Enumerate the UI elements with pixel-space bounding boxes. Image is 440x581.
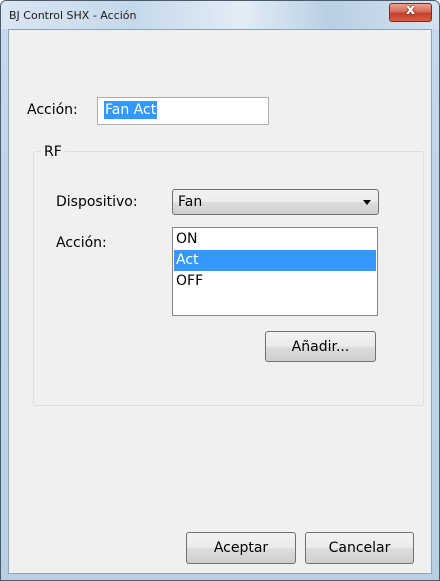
cancel-button-label: Cancelar — [328, 540, 391, 556]
accept-button[interactable]: Aceptar — [186, 532, 296, 564]
dialog-window: BJ Control SHX - Acción x Acción: Fan Ac… — [0, 0, 440, 581]
accept-button-label: Aceptar — [213, 540, 269, 556]
title-bar[interactable]: BJ Control SHX - Acción x — [1, 1, 439, 29]
window-title: BJ Control SHX - Acción — [9, 9, 137, 22]
chevron-down-icon — [363, 200, 371, 205]
close-icon: x — [405, 2, 416, 18]
rf-group-title: RF — [41, 144, 65, 160]
device-dropdown[interactable]: Fan — [172, 189, 379, 215]
list-item-on[interactable]: ON — [174, 229, 376, 250]
action-name-value: Fan Act — [104, 101, 158, 119]
close-button[interactable]: x — [389, 2, 432, 22]
cancel-button[interactable]: Cancelar — [305, 532, 414, 564]
list-item-act[interactable]: Act — [174, 250, 376, 271]
add-button[interactable]: Añadir... — [265, 331, 376, 362]
device-label: Dispositivo: — [56, 194, 138, 210]
dialog-client-area: Acción: Fan Act RF Dispositivo: Fan Acci… — [8, 29, 432, 574]
action-name-input[interactable]: Fan Act — [97, 97, 269, 125]
action-name-label: Acción: — [27, 102, 78, 118]
device-selected-value: Fan — [178, 194, 203, 210]
rf-action-listbox[interactable]: ON Act OFF — [172, 227, 378, 316]
list-item-off[interactable]: OFF — [174, 271, 376, 292]
rf-action-label: Acción: — [56, 235, 107, 251]
add-button-label: Añadir... — [291, 338, 350, 355]
